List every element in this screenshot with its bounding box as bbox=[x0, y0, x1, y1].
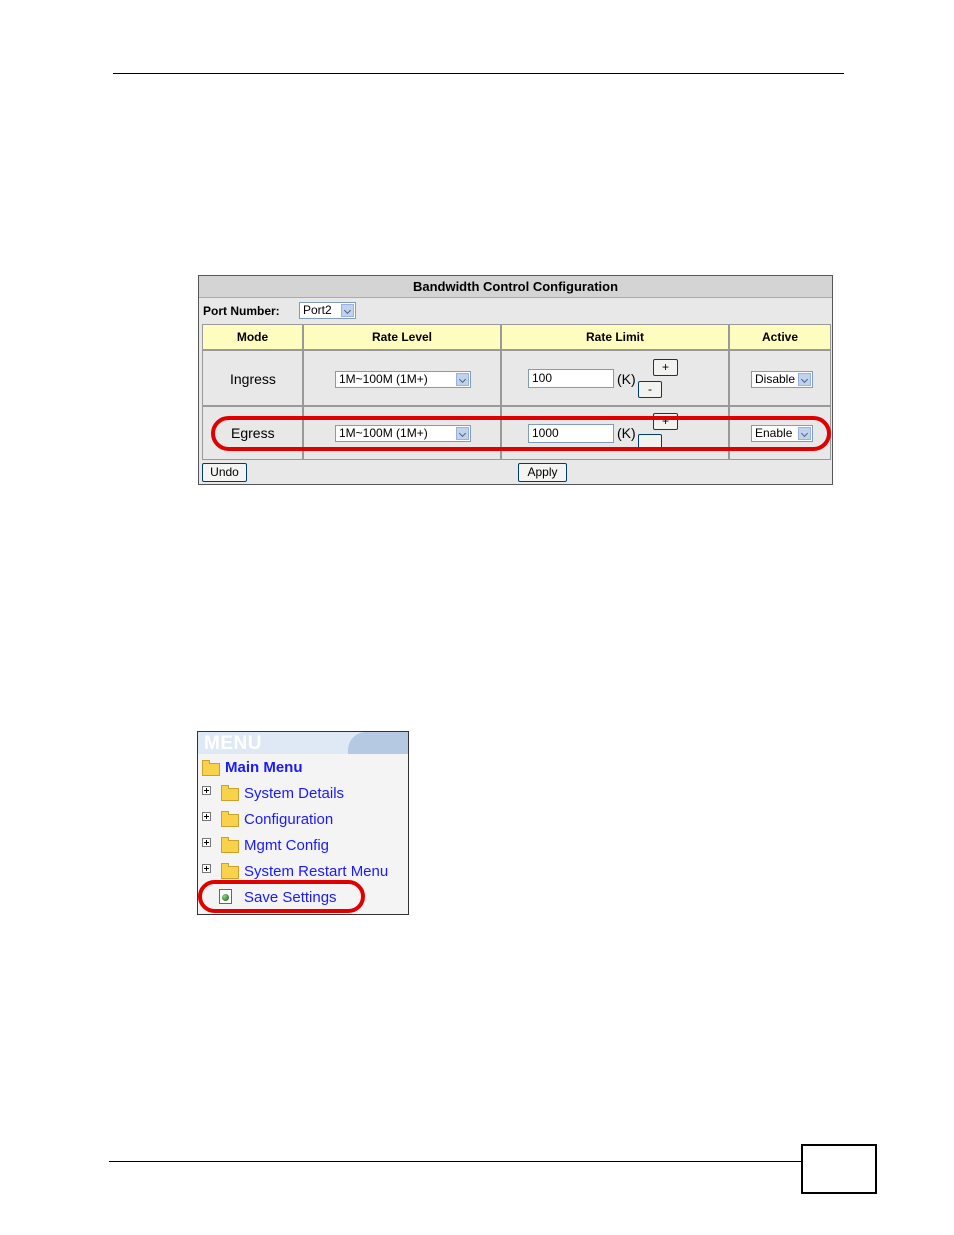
apply-button[interactable]: Apply bbox=[518, 463, 567, 482]
menu-item-system-restart-menu[interactable]: System Restart Menu bbox=[244, 863, 388, 880]
navigation-menu: MENU Main Menu System Details Configurat… bbox=[197, 731, 409, 915]
chevron-down-icon[interactable] bbox=[798, 373, 811, 386]
header-rule bbox=[113, 73, 844, 74]
header-rate-level: Rate Level bbox=[303, 324, 501, 350]
ingress-unit-label: (K) bbox=[617, 371, 636, 387]
bandwidth-control-panel: Bandwidth Control Configuration Port Num… bbox=[198, 275, 833, 485]
ingress-rate-level-cell: 1M~100M (1M+) bbox=[303, 350, 501, 406]
folder-icon bbox=[221, 785, 239, 801]
ingress-decrement-button[interactable]: - bbox=[638, 381, 662, 398]
menu-item-configuration[interactable]: Configuration bbox=[244, 811, 333, 828]
folder-icon bbox=[221, 863, 239, 879]
ingress-rate-level-select[interactable]: 1M~100M (1M+) bbox=[335, 371, 471, 388]
ingress-active-cell: Disable bbox=[729, 350, 831, 406]
chevron-down-icon[interactable] bbox=[341, 304, 354, 317]
panel-title: Bandwidth Control Configuration bbox=[199, 276, 832, 298]
menu-header: MENU bbox=[198, 732, 408, 754]
ingress-mode-cell: Ingress bbox=[202, 350, 303, 406]
expand-icon[interactable] bbox=[202, 838, 211, 847]
menu-item-main-menu[interactable]: Main Menu bbox=[225, 759, 303, 776]
chevron-down-icon[interactable] bbox=[456, 373, 469, 386]
ingress-rate-limit-cell: 100 (K) + - bbox=[501, 350, 729, 406]
folder-icon bbox=[202, 760, 220, 776]
undo-button[interactable]: Undo bbox=[202, 463, 247, 482]
folder-icon bbox=[221, 811, 239, 827]
ingress-active-value: Disable bbox=[755, 372, 796, 386]
folder-icon bbox=[221, 837, 239, 853]
header-rate-limit: Rate Limit bbox=[501, 324, 729, 350]
header-mode: Mode bbox=[202, 324, 303, 350]
save-settings-highlight-annotation bbox=[198, 880, 365, 913]
menu-item-system-details[interactable]: System Details bbox=[244, 785, 344, 802]
port-number-label: Port Number: bbox=[203, 304, 280, 318]
ingress-increment-button[interactable]: + bbox=[653, 359, 678, 376]
header-active: Active bbox=[729, 324, 831, 350]
expand-icon[interactable] bbox=[202, 812, 211, 821]
port-number-select[interactable]: Port2 bbox=[299, 302, 356, 319]
menu-item-mgmt-config[interactable]: Mgmt Config bbox=[244, 837, 329, 854]
page-number-box bbox=[801, 1144, 877, 1194]
footer-rule bbox=[109, 1161, 801, 1162]
ingress-mode-label: Ingress bbox=[230, 371, 276, 387]
ingress-active-select[interactable]: Disable bbox=[751, 371, 813, 388]
menu-header-tab bbox=[348, 732, 408, 754]
port-number-row: Port Number: Port2 bbox=[199, 298, 832, 322]
menu-title: MENU bbox=[204, 733, 262, 754]
ingress-rate-limit-input[interactable]: 100 bbox=[528, 369, 614, 388]
port-number-value: Port2 bbox=[303, 303, 332, 317]
egress-highlight-annotation bbox=[211, 416, 831, 451]
expand-icon[interactable] bbox=[202, 786, 211, 795]
ingress-rate-level-value: 1M~100M (1M+) bbox=[339, 372, 428, 386]
expand-icon[interactable] bbox=[202, 864, 211, 873]
